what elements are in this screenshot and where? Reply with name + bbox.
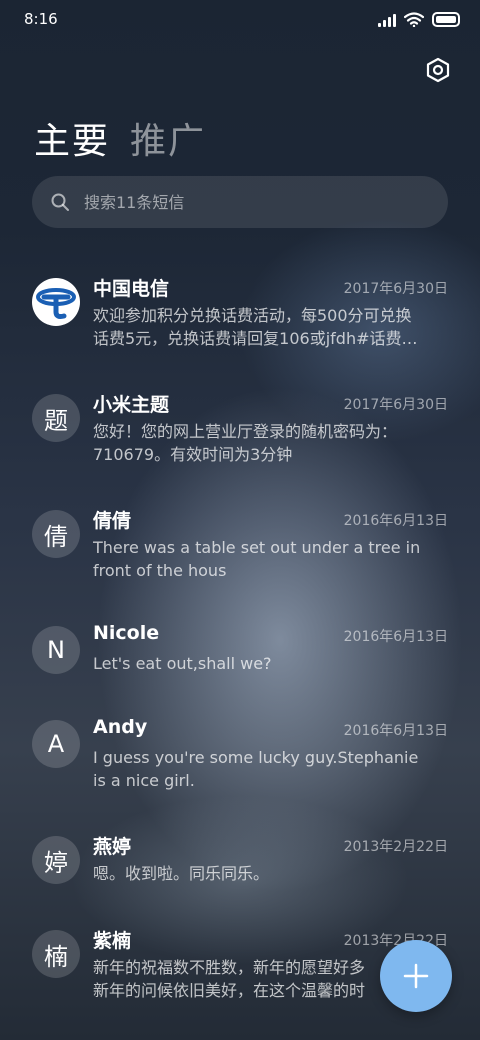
contact-name: 紫楠 bbox=[93, 930, 132, 952]
conversation-item[interactable]: 题 小米主题 2017年6月30日 您好！您的网上营业厅登录的随机密码为： 71… bbox=[0, 386, 480, 496]
search-input[interactable] bbox=[82, 191, 406, 213]
message-preview: 嗯。收到啦。同乐同乐。 bbox=[93, 864, 270, 883]
contact-name: 燕婷 bbox=[93, 836, 132, 858]
conversation-item[interactable]: A Andy 2016年6月13日 I guess you're some lu… bbox=[0, 712, 480, 822]
conversation-item[interactable]: 倩 倩倩 2016年6月13日 There was a table set ou… bbox=[0, 502, 480, 612]
search-icon bbox=[51, 193, 69, 211]
avatar: 倩 bbox=[32, 510, 80, 558]
message-preview: 您好！您的网上营业厅登录的随机密码为： 710679。有效时间为3分钟 bbox=[93, 422, 398, 464]
message-date: 2016年6月13日 bbox=[343, 723, 448, 739]
contact-name: Andy bbox=[93, 716, 148, 738]
message-preview: There was a table set out under a tree i… bbox=[93, 538, 421, 580]
plus-icon bbox=[403, 963, 429, 989]
avatar: 题 bbox=[32, 394, 80, 442]
message-preview: I guess you're some lucky guy.Stephanie … bbox=[93, 748, 419, 790]
contact-name: 中国电信 bbox=[93, 278, 170, 300]
status-time: 8:16 bbox=[24, 10, 58, 28]
avatar bbox=[32, 278, 80, 326]
search-bar[interactable] bbox=[32, 176, 448, 228]
avatar: 婷 bbox=[32, 836, 80, 884]
compose-button[interactable] bbox=[380, 940, 452, 1012]
message-date: 2016年6月13日 bbox=[343, 629, 448, 645]
signal-icon bbox=[378, 13, 396, 27]
message-date: 2016年6月13日 bbox=[343, 513, 448, 529]
battery-icon bbox=[432, 12, 460, 27]
avatar: A bbox=[32, 720, 80, 768]
avatar: N bbox=[32, 626, 80, 674]
tab-primary[interactable]: 主要 bbox=[34, 112, 110, 164]
contact-name: Nicole bbox=[93, 622, 160, 644]
status-bar: 8:16 bbox=[0, 0, 480, 40]
contact-name: 小米主题 bbox=[93, 394, 170, 416]
message-date: 2017年6月30日 bbox=[343, 397, 448, 413]
tab-promotions[interactable]: 推广 bbox=[130, 112, 206, 164]
message-preview: Let's eat out,shall we? bbox=[93, 654, 272, 673]
status-icons bbox=[378, 12, 460, 27]
message-date: 2013年2月22日 bbox=[343, 839, 448, 855]
message-date: 2017年6月30日 bbox=[343, 281, 448, 297]
settings-icon bbox=[426, 57, 450, 83]
settings-button[interactable] bbox=[424, 56, 452, 84]
wifi-icon bbox=[404, 12, 424, 27]
message-preview: 欢迎参加积分兑换话费活动，每500分可兑换 话费5元，兑换话费请回复106或jf… bbox=[93, 306, 418, 348]
conversation-item[interactable]: 中国电信 2017年6月30日 欢迎参加积分兑换话费活动，每500分可兑换 话费… bbox=[0, 270, 480, 380]
contact-name: 倩倩 bbox=[93, 510, 132, 532]
china-telecom-logo-icon bbox=[36, 288, 76, 319]
tab-bar: 主要 推广 bbox=[34, 112, 206, 164]
avatar: 楠 bbox=[32, 930, 80, 978]
